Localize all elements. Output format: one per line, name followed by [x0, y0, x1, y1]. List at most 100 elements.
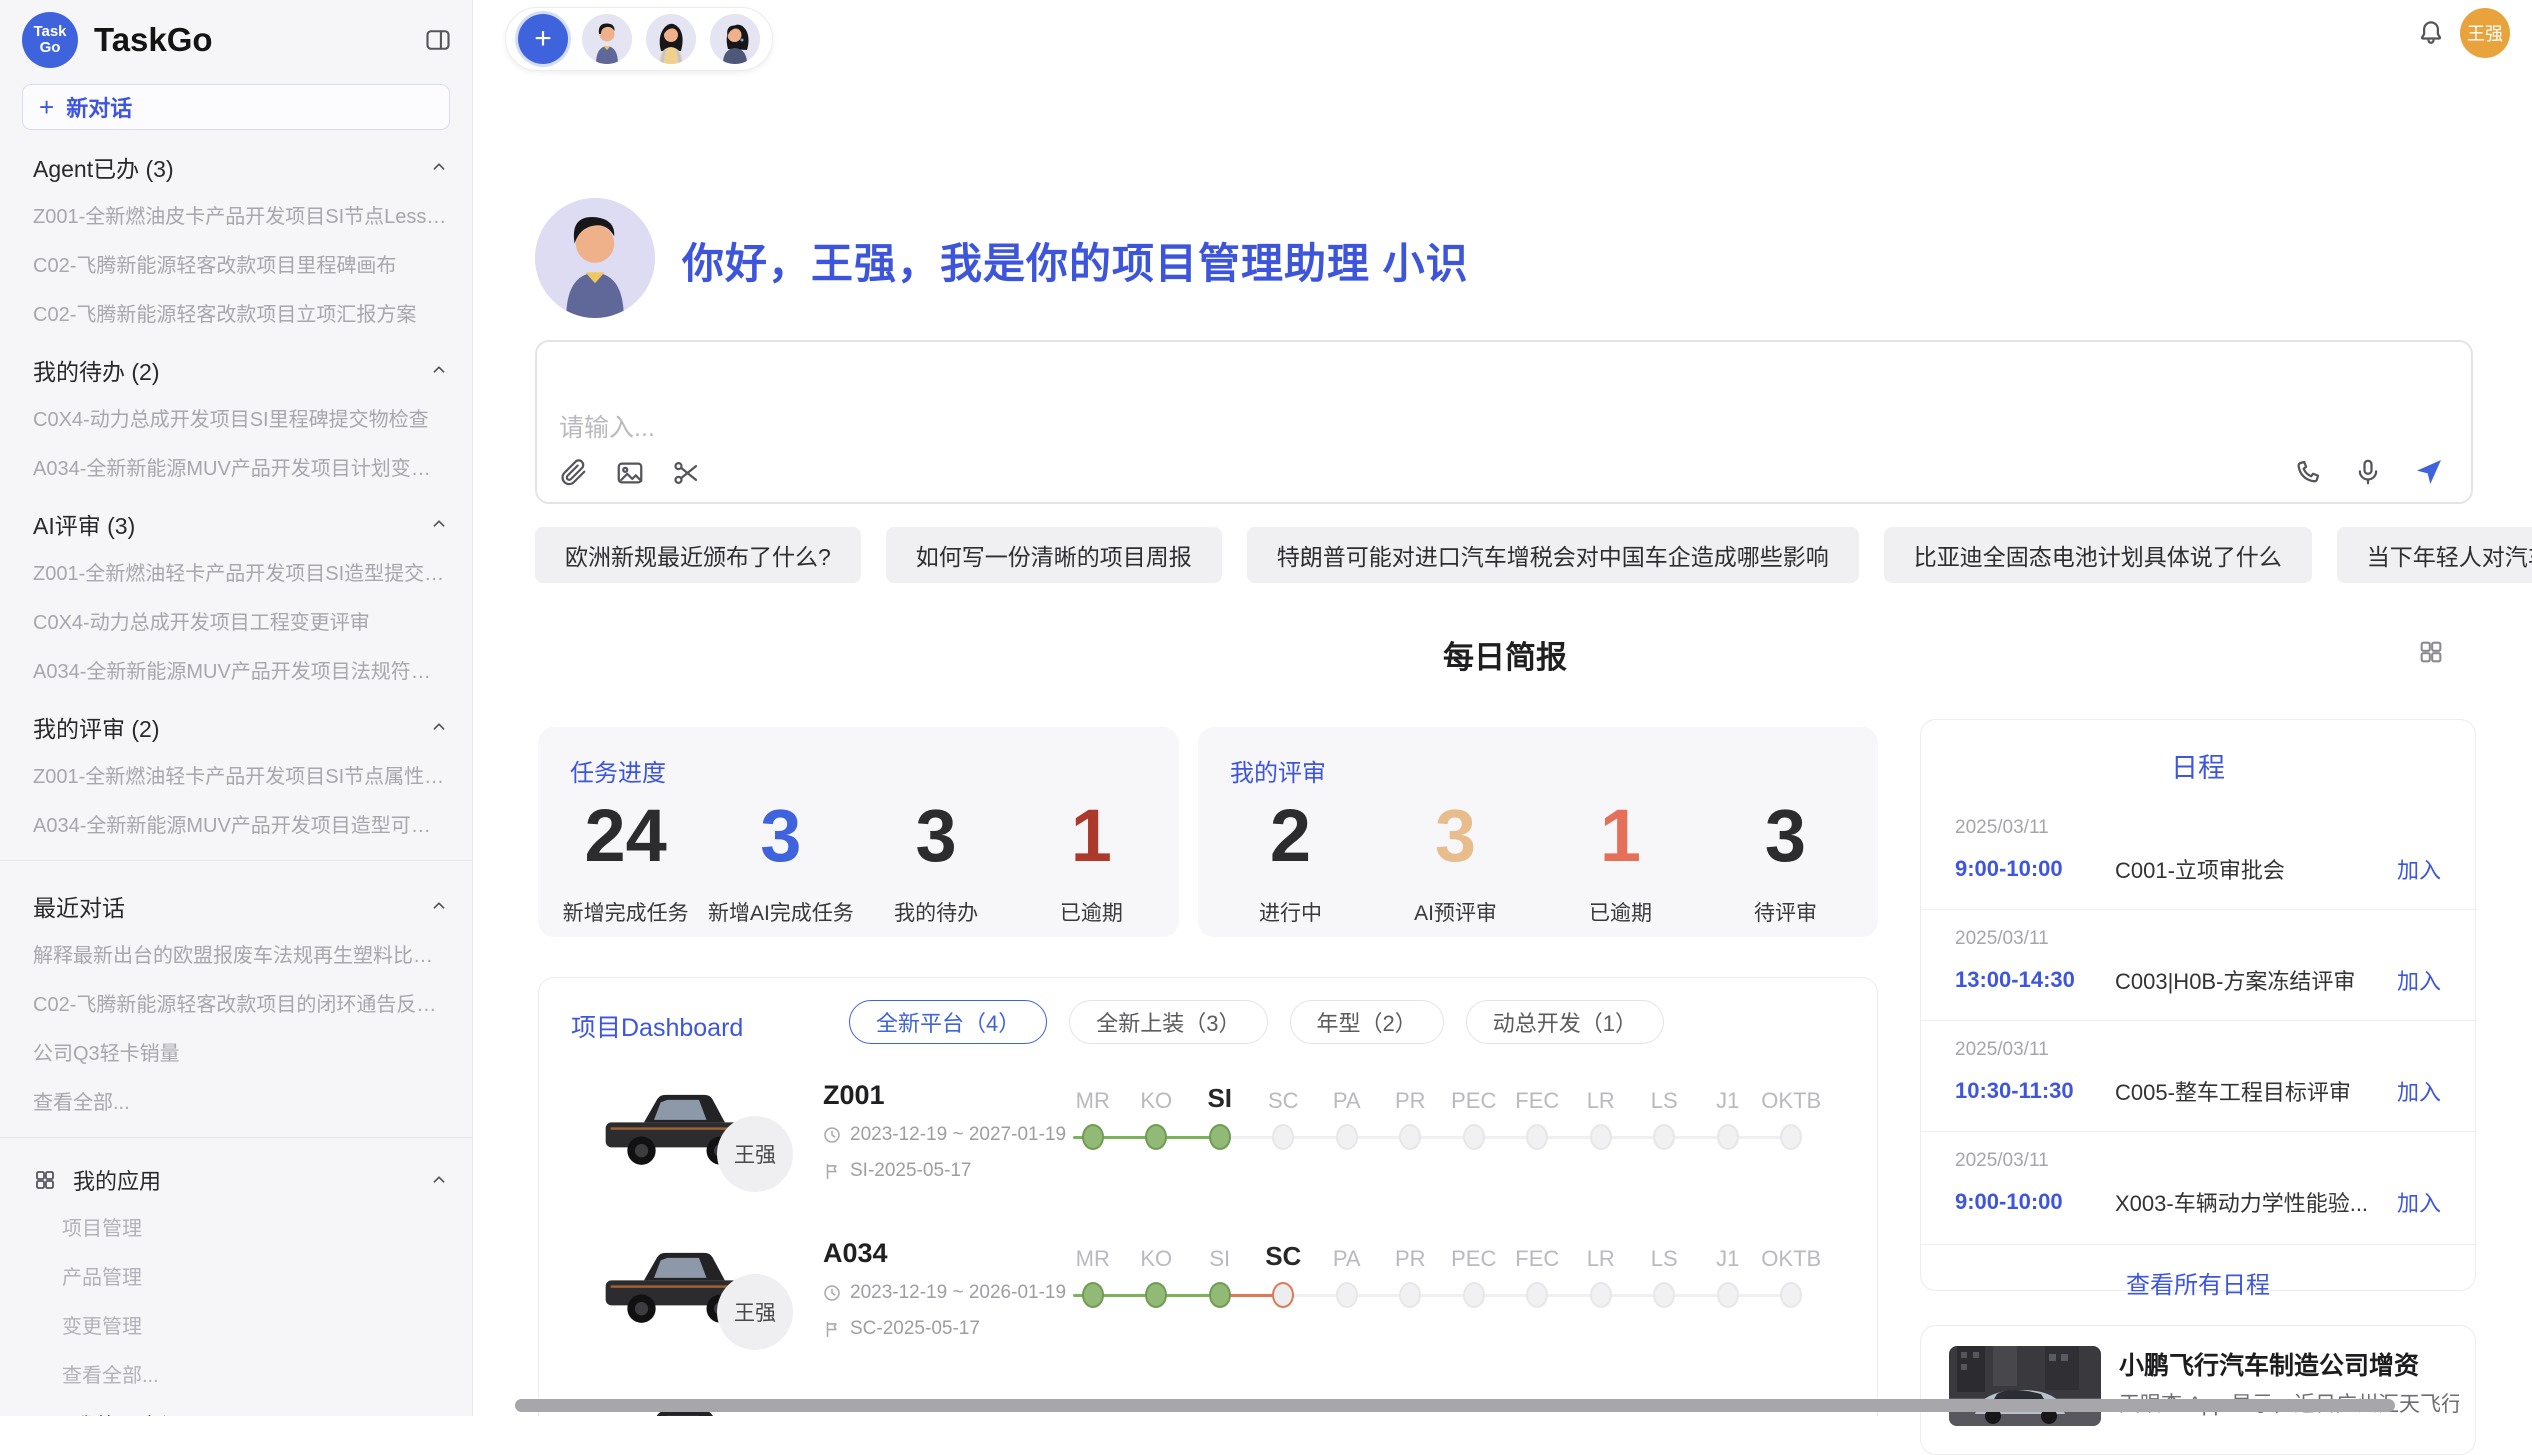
- section-header-my-review[interactable]: 我的评审 (2): [0, 694, 472, 750]
- horizontal-scrollbar[interactable]: [515, 1399, 2395, 1412]
- suggestion-chip[interactable]: 如何写一份清晰的项目周报: [886, 527, 1222, 583]
- divider: [0, 1137, 472, 1138]
- schedule-date: 2025/03/11: [1955, 1150, 2441, 1172]
- divider: [0, 860, 472, 861]
- list-item[interactable]: A034-全新新能源MUV产品开发项目法规符合性评审: [0, 645, 472, 694]
- chevron-up-icon[interactable]: [428, 895, 450, 917]
- avatar[interactable]: [710, 14, 760, 64]
- schedule-item: 2025/03/11 10:30-11:30 C005-整车工程目标评审 加入: [1921, 1020, 2475, 1131]
- milestone-dot: [1717, 1124, 1739, 1150]
- list-item[interactable]: C0X4-动力总成开发项目工程变更评审: [0, 596, 472, 645]
- milestone-label: PR: [1395, 1084, 1426, 1114]
- logo-text-top: Task: [33, 24, 66, 40]
- avatar[interactable]: [646, 14, 696, 64]
- join-button[interactable]: 加入: [2397, 964, 2441, 996]
- schedule-name: C003|H0B-方案冻结评审: [2115, 964, 2385, 996]
- milestone-dot: [1780, 1282, 1802, 1308]
- project-milestone-flag: SC-2025-05-17: [850, 1318, 980, 1340]
- tab-powertrain[interactable]: 动总开发（1）: [1466, 1000, 1664, 1044]
- dashboard-tabs: 全新平台（4） 全新上装（3） 年型（2） 动总开发（1）: [849, 1000, 1664, 1044]
- sidebar-item-my-apps[interactable]: 我的应用: [0, 1150, 472, 1202]
- notification-bell-icon[interactable]: [2416, 18, 2446, 48]
- briefing-header: 每日简报: [535, 632, 2475, 676]
- schedule-date: 2025/03/11: [1955, 817, 2441, 839]
- chevron-up-icon[interactable]: [428, 513, 450, 535]
- cloud-space-label: 我的云空间: [73, 1409, 183, 1416]
- join-button[interactable]: 加入: [2397, 1075, 2441, 1107]
- join-button[interactable]: 加入: [2397, 853, 2441, 885]
- list-item[interactable]: Z001-全新燃油皮卡产品开发项目SI节点Lesson Learn报告: [0, 190, 472, 239]
- sidebar-item-project-mgmt[interactable]: 项目管理: [0, 1202, 472, 1251]
- milestone-dot: [1780, 1124, 1802, 1150]
- clock-icon: [823, 1126, 841, 1144]
- stat-value: 3: [703, 799, 858, 873]
- section-header-recent-chats[interactable]: 最近对话: [0, 873, 472, 929]
- chevron-up-icon[interactable]: [428, 156, 450, 178]
- chat-input-placeholder: 请输入...: [559, 408, 655, 444]
- project-row[interactable]: 王强 Z001 2023-12-19 ~ 2027-01-19 SI-2025-…: [539, 1078, 1877, 1236]
- suggestion-chip[interactable]: 特朗普可能对进口汽车增税会对中国车企造成哪些影响: [1247, 527, 1859, 583]
- mic-icon[interactable]: [2353, 457, 2383, 487]
- list-item[interactable]: A034-全新新能源MUV产品开发项目造型可行性评审: [0, 799, 472, 848]
- new-chat-button[interactable]: + 新对话: [22, 84, 450, 130]
- milestone-label: OKTB: [1761, 1084, 1821, 1114]
- layout-grid-icon[interactable]: [2417, 638, 2445, 666]
- phone-icon[interactable]: [2293, 457, 2323, 487]
- join-button[interactable]: 加入: [2397, 1186, 2441, 1218]
- list-item[interactable]: Z001-全新燃油轻卡产品开发项目SI造型提交物评审: [0, 547, 472, 596]
- chevron-up-icon[interactable]: [428, 1169, 450, 1191]
- view-all-link[interactable]: 查看全部...: [0, 1076, 472, 1125]
- sidebar-item-cloud-space[interactable]: 我的云空间: [0, 1398, 472, 1416]
- list-item[interactable]: C02-飞腾新能源轻客改款项目里程碑画布: [0, 239, 472, 288]
- tab-all-new-platform[interactable]: 全新平台（4）: [849, 1000, 1047, 1044]
- project-owner-badge: 王强: [717, 1116, 793, 1192]
- milestone-track: MR KO SI SC PA PR PEC FEC LR LS J1 OKTB: [1061, 1242, 1823, 1342]
- milestone-dot: [1717, 1282, 1739, 1308]
- stat-overdue: 1 已逾期: [1538, 799, 1703, 927]
- project-row[interactable]: 王强 A034 2023-12-19 ~ 2026-01-19 SC-2025-…: [539, 1236, 1877, 1394]
- list-item[interactable]: Z001-全新燃油轻卡产品开发项目SI节点属性5D文件评审: [0, 750, 472, 799]
- avatar[interactable]: [582, 14, 632, 64]
- attachment-icon[interactable]: [559, 458, 589, 488]
- stat-value: 3: [1373, 799, 1538, 873]
- suggestion-chip[interactable]: 当下年轻人对汽车外观有怎样的喜好趋势: [2337, 527, 2532, 583]
- view-all-link[interactable]: 查看全部...: [0, 1349, 472, 1398]
- section-header-my-todo[interactable]: 我的待办 (2): [0, 337, 472, 393]
- list-item[interactable]: 公司Q3轻卡销量: [0, 1027, 472, 1076]
- sidebar-item-product-mgmt[interactable]: 产品管理: [0, 1251, 472, 1300]
- list-item[interactable]: C02-飞腾新能源轻客改款项目立项汇报方案: [0, 288, 472, 337]
- user-avatar[interactable]: 王强: [2460, 8, 2510, 58]
- list-item[interactable]: C0X4-动力总成开发项目SI里程碑提交物检查: [0, 393, 472, 442]
- chat-input[interactable]: 请输入...: [535, 340, 2473, 504]
- section-header-ai-review[interactable]: AI评审 (3): [0, 491, 472, 547]
- chevron-up-icon[interactable]: [428, 716, 450, 738]
- image-icon[interactable]: [615, 458, 645, 488]
- card-title: 我的评审: [1230, 753, 1326, 788]
- dashboard-title: 项目Dashboard: [571, 1008, 743, 1044]
- sidebar-collapse-icon[interactable]: [424, 26, 452, 54]
- add-assistant-button[interactable]: +: [518, 14, 568, 64]
- suggestion-chip[interactable]: 比亚迪全固态电池计划具体说了什么: [1884, 527, 2312, 583]
- section-header-agent-done[interactable]: Agent已办 (3): [0, 134, 472, 190]
- sidebar-item-change-mgmt[interactable]: 变更管理: [0, 1300, 472, 1349]
- milestone-dot: [1209, 1282, 1231, 1308]
- milestone-dot: [1209, 1124, 1231, 1150]
- milestone-dot: [1526, 1282, 1548, 1308]
- list-item[interactable]: 解释最新出台的欧盟报废车法规再生塑料比例被调至15%...: [0, 929, 472, 978]
- milestone-label: PEC: [1451, 1084, 1496, 1114]
- suggestion-chip[interactable]: 欧洲新规最近颁布了什么?: [535, 527, 861, 583]
- send-icon[interactable]: [2413, 456, 2445, 488]
- project-date-range: 2023-12-19 ~ 2026-01-19: [850, 1282, 1066, 1304]
- schedule-name: X003-车辆动力学性能验...: [2115, 1186, 2385, 1218]
- milestone-label: KO: [1140, 1084, 1172, 1114]
- tab-year-model[interactable]: 年型（2）: [1290, 1000, 1444, 1044]
- tab-new-body[interactable]: 全新上装（3）: [1069, 1000, 1267, 1044]
- stat-label: 待评审: [1703, 897, 1868, 927]
- list-item[interactable]: A034-全新新能源MUV产品开发项目计划变更表编写: [0, 442, 472, 491]
- scissors-icon[interactable]: [671, 458, 701, 488]
- view-all-schedule-link[interactable]: 查看所有日程: [1921, 1244, 2475, 1300]
- news-card[interactable]: 小鹏飞行汽车制造公司增资 天眼查 App 显示，近日广州汇天飞行汽...: [1920, 1325, 2476, 1455]
- list-item[interactable]: C02-飞腾新能源轻客改款项目的闭环通告反馈情况: [0, 978, 472, 1027]
- chevron-up-icon[interactable]: [428, 359, 450, 381]
- schedule-time: 9:00-10:00: [1955, 856, 2115, 882]
